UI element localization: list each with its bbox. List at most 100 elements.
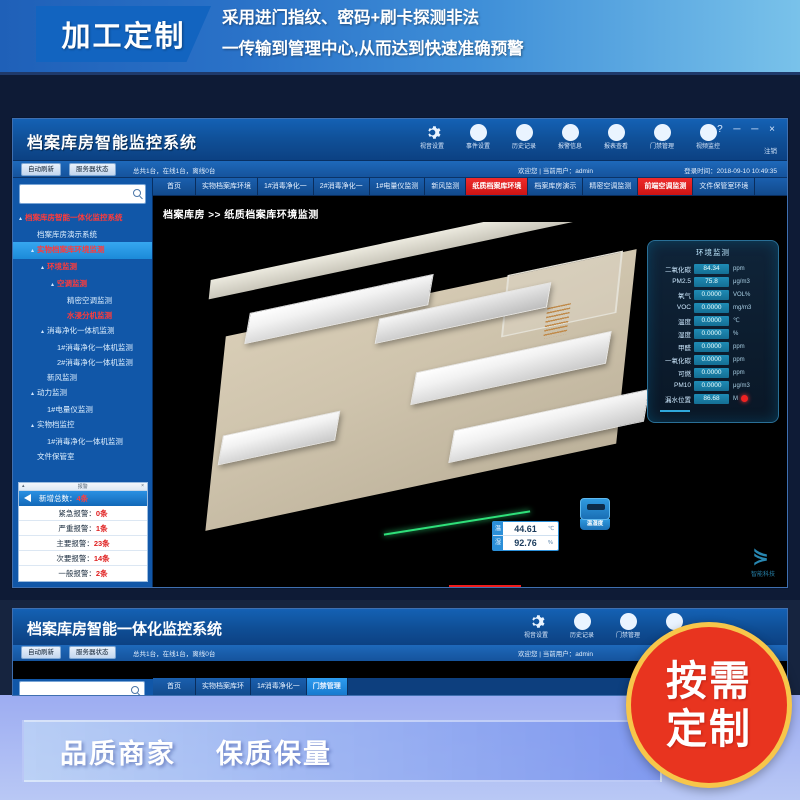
tree-item[interactable]: 精密空调监测 — [13, 293, 152, 308]
tree-item[interactable]: 1#电量仪监测 — [13, 402, 152, 417]
alarm-row[interactable]: 一般报警：2条 — [19, 566, 147, 581]
temperature-humidity-readout[interactable]: 温 44.61 ℃ 湿 92.76 % — [492, 521, 559, 551]
wave-icon — [515, 124, 533, 141]
server-status-button[interactable]: 服务器状态 — [69, 163, 116, 176]
environment-row-value: 0.0000 — [694, 289, 729, 300]
breadcrumb: 档案库房 >> 纸质档案库环境监测 — [163, 210, 319, 221]
tree-item[interactable]: 1#消毒净化一体机监测 — [13, 340, 152, 355]
alarm-row-count: 14条 — [93, 554, 110, 563]
environment-row-value: 0.0000 — [694, 341, 729, 352]
environment-row: 一氧化碳 0.0000 ppm — [654, 353, 772, 366]
auto-refresh-button[interactable]: 自动刷新 — [21, 163, 61, 176]
sensor-marker-temp-humidity[interactable]: 温湿度 — [578, 498, 612, 530]
search-box-2[interactable] — [19, 681, 145, 695]
tree-item[interactable]: 新风监测 — [13, 370, 152, 385]
environment-row: 漏水位置 86.68 M — [654, 392, 772, 405]
secondary-tab-0[interactable]: 首页 — [153, 678, 196, 695]
tab-bar: 首页 实物档案库环境 1#消毒净化一 2#消毒净化一 1#电量仪监测 新风监测 纸质档案库环… — [153, 178, 787, 196]
alarm-row[interactable]: 次要报警：14条 — [19, 551, 147, 566]
environment-row: 可燃 0.0000 ppm — [654, 366, 772, 379]
toolbar-button-alarm-info[interactable]: 报警信息 — [547, 121, 593, 151]
tab-4[interactable]: 1#电量仪监测 — [369, 178, 426, 195]
temperature-key: 温 — [493, 522, 503, 535]
tree-item[interactable]: 档案库房演示系统 — [13, 227, 152, 242]
search-icon — [133, 189, 141, 197]
auto-refresh-button-2[interactable]: 自动刷新 — [21, 646, 61, 659]
toolbar-label-reports: 报表查看 — [604, 143, 628, 150]
tab-0[interactable]: 首页 — [153, 178, 196, 195]
search-box[interactable] — [19, 184, 146, 205]
tab-9[interactable]: 前端空调监测 — [638, 178, 694, 195]
tree-item[interactable]: 水浸分机监测 — [13, 308, 152, 323]
environment-row: 二氧化碳 84.34 ppm — [654, 262, 772, 275]
environment-row-unit: mg/m3 — [733, 304, 752, 311]
main-toolbar: 视音设置 事件设置 历史记录 报警信息 报表查看 门禁管理 视频监控 — [409, 121, 731, 151]
tree-item[interactable]: ▴ 环境监测 — [13, 259, 152, 276]
tree-item-label: 动力监测 — [37, 388, 67, 397]
tab-3[interactable]: 2#消毒净化一 — [313, 178, 370, 195]
alarm-total-row[interactable]: 新增总数：4条 — [19, 491, 147, 506]
sidebar: ▴ 档案库房智能一体化监控系统 档案库房演示系统 ▴ 实物档案库环境监测 ▴ 环境监测 ▴ 空调… — [13, 178, 153, 587]
alarm-row-label: 严重报警： — [58, 524, 96, 533]
tree-item[interactable]: ▴ 动力监测 — [13, 385, 152, 402]
alarm-row[interactable]: 严重报警：1条 — [19, 521, 147, 536]
tree-item-label: 实物档监控 — [37, 420, 75, 429]
panel-underline — [660, 410, 690, 412]
environment-row-unit: ppm — [733, 369, 745, 376]
tab-7[interactable]: 档案库房演示 — [528, 178, 584, 195]
toolbar-button-video-settings[interactable]: 视音设置 — [409, 121, 455, 151]
toolbar-button-history[interactable]: 历史记录 — [501, 121, 547, 151]
tree-item[interactable]: 文件保管室 — [13, 449, 152, 464]
alarm-panel-collapse-icon[interactable]: ▴ — [22, 483, 25, 490]
alarm-row-count: 1条 — [95, 524, 108, 533]
alarm-row-label: 一般报警： — [58, 569, 96, 578]
tree-item[interactable]: 2#消毒净化一体机监测 — [13, 355, 152, 370]
alarm-row[interactable]: 主要报警：23条 — [19, 536, 147, 551]
server-info-text: 总共1台，在线1台，离线0台 — [133, 168, 216, 175]
humidity-unit: % — [548, 540, 553, 546]
tree-item[interactable]: ▴ 空调监测 — [13, 276, 152, 293]
tree-item[interactable]: ▴ 消毒净化一体机监测 — [13, 323, 152, 340]
secondary-tab-2[interactable]: 1#消毒净化一 — [251, 678, 307, 695]
environment-row: 甲醛 0.0000 ppm — [654, 340, 772, 353]
tree-item[interactable]: ▴ 实物档案库环境监测 — [13, 242, 152, 259]
status-indicator-dot — [741, 395, 748, 402]
toolbar-button-access-control[interactable]: 门禁管理 — [639, 121, 685, 151]
tab-1[interactable]: 实物档案库环境 — [196, 178, 258, 195]
alarm-row[interactable]: 紧急报警：0条 — [19, 506, 147, 521]
tab-2[interactable]: 1#消毒净化一 — [258, 178, 314, 195]
main-status-strip: 自动刷新 服务器状态 总共1台，在线1台，离线0台 欢迎您 | 当前用户：adm… — [13, 161, 787, 178]
tree-item[interactable]: 1#消毒净化一体机监测 — [13, 434, 152, 449]
environment-row: VOC 0.0000 mg/m3 — [654, 301, 772, 314]
environment-row-name: 氧气 — [678, 292, 691, 300]
tree-item[interactable]: ▴ 实物档监控 — [13, 417, 152, 434]
close-icon[interactable]: × — [141, 483, 144, 490]
alarm-row-count: 0条 — [95, 509, 108, 518]
toolbar-label-alarm-info: 报警信息 — [558, 143, 582, 150]
tab-6[interactable]: 纸质档案库环境 — [466, 178, 529, 195]
toolbar-button-reports[interactable]: 报表查看 — [593, 121, 639, 151]
tree-item-label: 1#消毒净化一体机监测 — [57, 343, 133, 352]
window-controls[interactable]: ? ─ ─ × — [717, 124, 779, 135]
toolbar-button-event-settings[interactable]: 事件设置 — [455, 121, 501, 151]
tab-10[interactable]: 文件保管室环境 — [693, 178, 756, 195]
toolbar2-button-access-control[interactable]: 门禁管理 — [605, 610, 651, 640]
humidity-row: 湿 92.76 % — [493, 536, 558, 550]
search-input[interactable] — [20, 186, 145, 205]
alarm-row-list: 紧急报警：0条 严重报警：1条 主要报警：23条 次要报警：14条 一般报警：2条 — [19, 506, 147, 581]
temp-humidity-sensor-icon — [580, 498, 610, 520]
secondary-tab-3[interactable]: 门禁管理 — [306, 678, 348, 695]
custom-processing-badge-label: 加工定制 — [61, 19, 186, 53]
environment-row-value: 0.0000 — [694, 380, 729, 391]
alarm-panel-header: ▴ 报警 × — [19, 483, 147, 491]
toolbar2-button-history[interactable]: 历史记录 — [559, 610, 605, 640]
tab-8[interactable]: 精密空调监测 — [583, 178, 639, 195]
humidity-key: 湿 — [493, 536, 503, 550]
toolbar2-button-video-settings[interactable]: 视音设置 — [513, 610, 559, 640]
server-status-button-2[interactable]: 服务器状态 — [69, 646, 116, 659]
environment-row-unit: μg/m3 — [733, 382, 750, 389]
tree-item[interactable]: ▴ 档案库房智能一体化监控系统 — [13, 210, 152, 227]
tab-5[interactable]: 新风监测 — [425, 178, 467, 195]
secondary-tab-1[interactable]: 实物档案库环 — [196, 678, 251, 695]
logout-label[interactable]: 注销 — [764, 145, 777, 155]
